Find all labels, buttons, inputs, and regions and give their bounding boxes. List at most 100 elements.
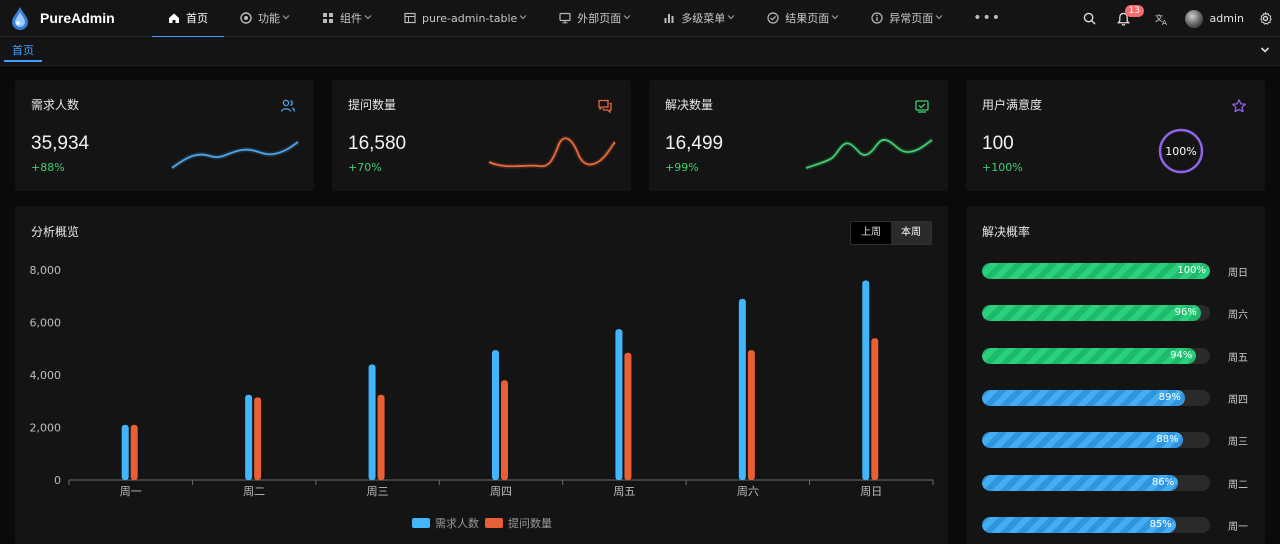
- progress-percent: 89%: [1158, 391, 1181, 403]
- more-menu-button[interactable]: •••: [959, 10, 1015, 26]
- bar-demand[interactable]: [615, 329, 623, 480]
- bar-demand[interactable]: [492, 350, 499, 480]
- bar-questions[interactable]: [254, 397, 262, 480]
- check-circle-icon: [767, 12, 779, 24]
- sparkline: [170, 139, 300, 171]
- nav-item-6[interactable]: 结果页面: [751, 0, 855, 37]
- nav-item-label: 组件: [340, 12, 362, 25]
- notification-button[interactable]: 13: [1107, 0, 1144, 37]
- legend-swatch[interactable]: [412, 518, 430, 528]
- nav-item-label: 外部页面: [577, 12, 622, 25]
- bar-questions[interactable]: [501, 380, 508, 480]
- x-tick-label: 周二: [243, 485, 265, 498]
- bar-demand[interactable]: [862, 280, 870, 481]
- progress-day: 周日: [1228, 268, 1248, 279]
- home-icon: [168, 12, 180, 24]
- progress-fill: 88%: [982, 432, 1183, 449]
- chevron-down-icon: [364, 13, 372, 23]
- chevron-down-icon[interactable]: [1260, 45, 1270, 55]
- chevron-down-icon: [519, 13, 527, 23]
- stat-value: 100: [982, 133, 1014, 154]
- progress-fill: 85%: [982, 516, 1176, 533]
- chevron-down-icon: [623, 13, 631, 23]
- logo-drop-icon: [12, 7, 28, 30]
- gear-icon: [1259, 12, 1272, 25]
- search-button[interactable]: [1073, 0, 1107, 37]
- table-icon: [404, 12, 416, 24]
- progress-track: 96%: [982, 305, 1210, 322]
- nav-item-5[interactable]: 多级菜单: [647, 0, 751, 37]
- stat-value: 16,499: [665, 133, 724, 154]
- progress-fill: 94%: [982, 347, 1197, 364]
- progress-percent: 88%: [1156, 434, 1179, 446]
- x-tick-label: 周一: [120, 485, 142, 498]
- user-menu[interactable]: admin: [1179, 9, 1250, 28]
- info-circle-icon: [871, 12, 883, 24]
- legend-label[interactable]: 需求人数: [435, 517, 479, 530]
- top-right-tools: 13 文A admin: [1073, 0, 1280, 37]
- nav-item-1[interactable]: 功能: [224, 0, 306, 37]
- bar-demand[interactable]: [738, 298, 746, 480]
- sparkline: [805, 137, 934, 171]
- progress-row: 94% 周五: [982, 347, 1264, 364]
- progress-day: 周六: [1228, 310, 1248, 322]
- nav-item-label: pure-admin-table: [422, 11, 518, 25]
- progress-row: 100% 周日: [982, 263, 1264, 279]
- chevron-down-icon: [282, 13, 290, 23]
- nav-item-3[interactable]: pure-admin-table: [388, 0, 543, 37]
- overview-bar-chart: 8,000 6,000 4,000 2,000 0 周一 周二 周三 周四 周五 周六 周日需求人数 提…: [30, 264, 934, 530]
- sparkline: [487, 135, 617, 169]
- nav-item-7[interactable]: 异常页面: [855, 0, 959, 37]
- app-name: PureAdmin: [40, 10, 115, 26]
- legend-swatch[interactable]: [485, 518, 503, 528]
- ring-label: 100%: [1165, 145, 1196, 158]
- y-tick-label: 6,000: [30, 317, 62, 330]
- bar-questions[interactable]: [871, 338, 879, 480]
- progress-fill: 86%: [982, 474, 1179, 491]
- x-tick-label: 周五: [613, 485, 635, 498]
- overview-card: 分析概览 上周 本周 8,000 6,000 4,000 2,000 0 周一 周二 周三 周四…: [15, 206, 948, 544]
- gear-circle-icon: [240, 12, 252, 24]
- stat-card: 解决数量 16,499 +99%: [649, 80, 948, 191]
- progress-track: 86%: [982, 474, 1210, 491]
- bar-demand[interactable]: [245, 394, 253, 480]
- grid-icon: [322, 12, 334, 24]
- stat-title: 提问数量: [348, 98, 397, 112]
- progress-fill: 96%: [982, 305, 1201, 322]
- language-button[interactable]: 文A: [1145, 0, 1179, 37]
- stat-change: +70%: [348, 161, 382, 174]
- nav-item-label: 首页: [186, 12, 208, 25]
- progress-fill: 89%: [982, 389, 1185, 406]
- stat-card: 用户满意度 100 +100% 100%: [966, 80, 1265, 191]
- nav-item-4[interactable]: 外部页面: [543, 0, 647, 37]
- bar-demand[interactable]: [368, 364, 376, 481]
- avatar: [1184, 9, 1203, 28]
- progress-row: 89% 周四: [982, 389, 1264, 406]
- settings-button[interactable]: [1250, 0, 1280, 37]
- tags-bar: 首页: [0, 37, 1280, 66]
- x-tick-label: 周日: [860, 485, 882, 498]
- progress-day: 周二: [1228, 479, 1248, 491]
- nav-item-label: 结果页面: [785, 12, 830, 25]
- bar-questions[interactable]: [624, 352, 632, 480]
- star-icon: [1231, 98, 1247, 114]
- stat-title: 解决数量: [665, 98, 714, 112]
- bar-questions[interactable]: [130, 424, 138, 480]
- progress-percent: 85%: [1149, 518, 1172, 530]
- progress-row: 85% 周一: [982, 516, 1264, 533]
- legend-label[interactable]: 提问数量: [508, 517, 552, 530]
- bar-questions[interactable]: [747, 350, 755, 480]
- bar-demand[interactable]: [121, 424, 129, 480]
- nav-item-2[interactable]: 组件: [306, 0, 388, 37]
- check-square-icon: [914, 98, 930, 114]
- top-navbar: PureAdmin 首页 功能 组件 pure-admin-table 外部页面 多级菜单…: [0, 0, 1280, 38]
- progress-track: 88%: [982, 432, 1210, 449]
- nav-item-0[interactable]: 首页: [152, 0, 224, 38]
- solve-rate-card: 解决概率 100% 周日 96% 周六 94% 周五 89% 周四 88% 周三…: [966, 206, 1265, 544]
- stat-value: 16,580: [348, 133, 407, 154]
- app-logo[interactable]: PureAdmin: [0, 6, 152, 30]
- bar-questions[interactable]: [377, 394, 385, 480]
- y-tick-label: 4,000: [30, 369, 62, 382]
- tag-home[interactable]: 首页: [4, 40, 42, 62]
- progress-percent: 86%: [1151, 476, 1175, 488]
